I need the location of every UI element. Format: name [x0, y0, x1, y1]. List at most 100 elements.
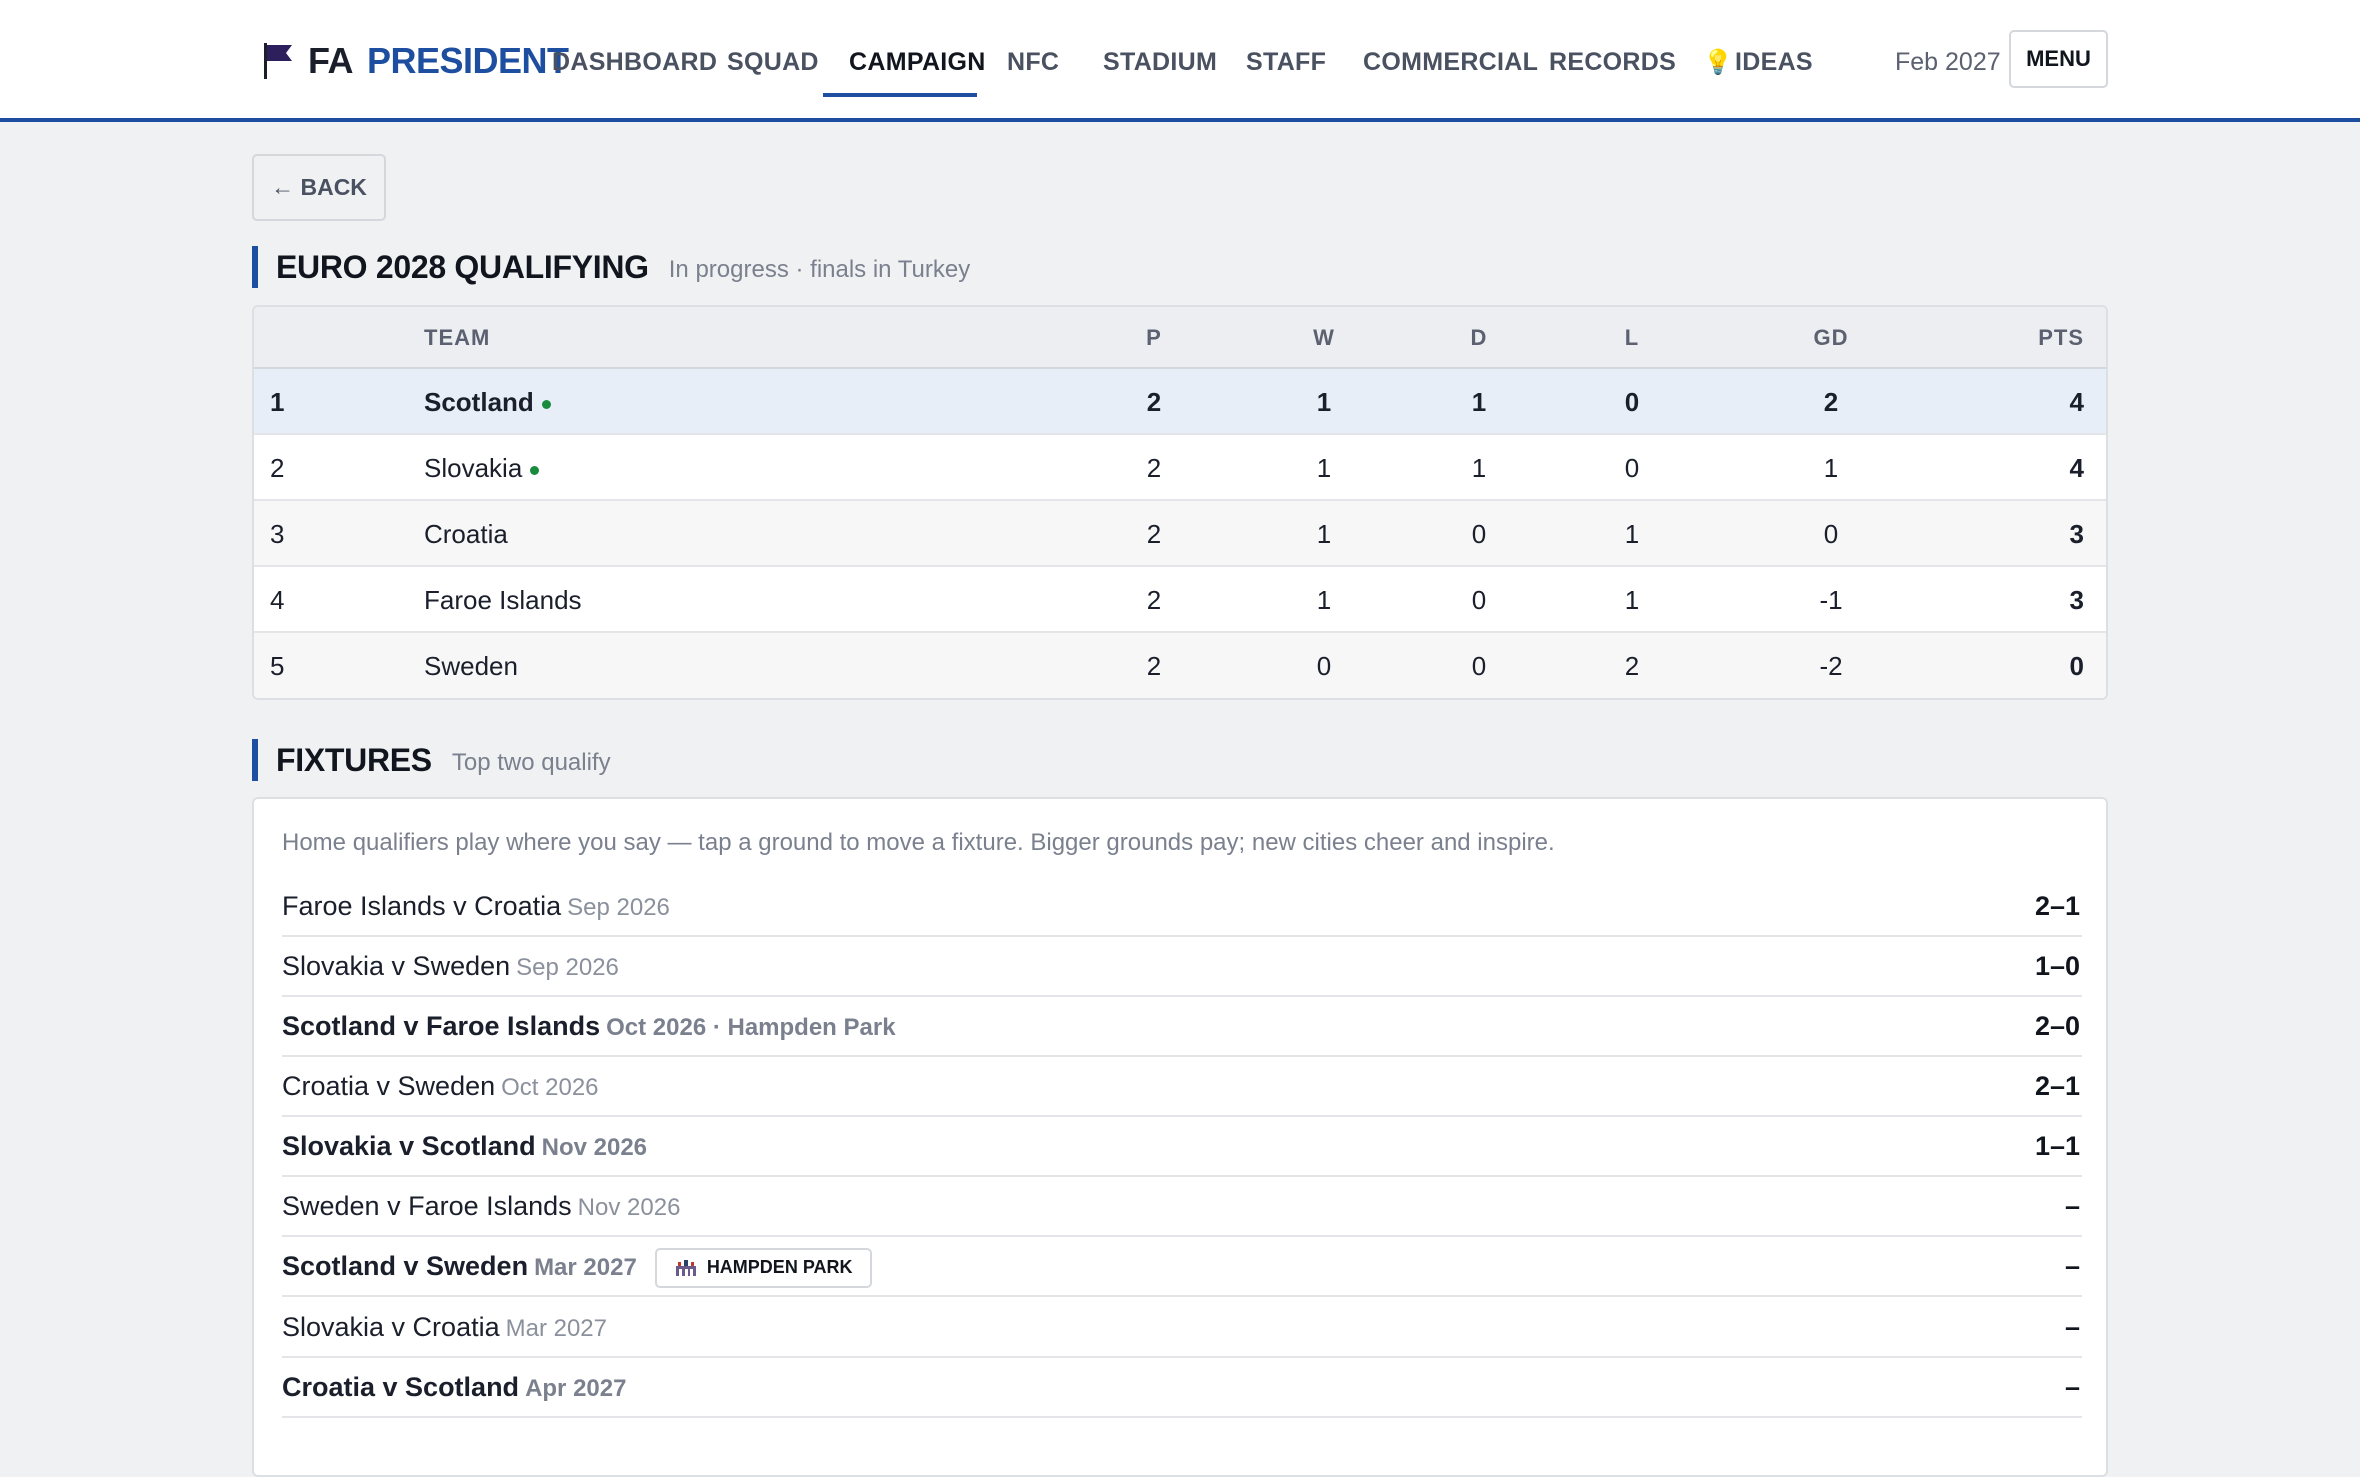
menu-button[interactable]: MENU: [2009, 30, 2108, 88]
fixture-teams: Slovakia v Sweden: [282, 951, 511, 981]
qualifying-heading: EURO 2028 QUALIFYING In progress · final…: [252, 246, 970, 288]
row-played: 2: [1146, 387, 1162, 417]
top-bar: FA PRESIDENT DASHBOARD SQUAD CAMPAIGN NF…: [0, 0, 2360, 122]
fixture-score: 2–1: [2034, 1071, 2080, 1101]
col-lost: L: [1624, 325, 1640, 350]
qualifying-title: EURO 2028 QUALIFYING: [276, 248, 649, 285]
table-row[interactable]: 3 Croatia 2 1 0 1 0 3: [254, 501, 2106, 567]
back-button[interactable]: ← BACK: [252, 154, 386, 221]
fixture-date: Mar 2027: [534, 1254, 637, 1281]
row-won: 0: [1316, 651, 1332, 681]
table-row[interactable]: 5 Sweden 2 0 0 2 -2 0: [254, 633, 2106, 698]
row-lost: 0: [1624, 453, 1640, 483]
fixture-date: Nov 2026: [577, 1194, 681, 1221]
nav-ideas-label: IDEAS: [1735, 48, 1813, 76]
fixture-row[interactable]: Slovakia v Scotland Nov 2026 1–1: [282, 1117, 2082, 1177]
team-name: Scotland: [424, 387, 534, 417]
fixtures-note: Home qualifiers play where you say — tap…: [282, 829, 1555, 856]
choose-ground-button[interactable]: HAMPDEN PARK: [654, 1247, 873, 1288]
lightbulb-icon: 💡: [1703, 49, 1734, 76]
row-position: 2: [270, 453, 285, 483]
col-points: PTS: [2038, 325, 2084, 350]
fixture-teams: Sweden v Faroe Islands: [282, 1191, 572, 1221]
nav-campaign[interactable]: CAMPAIGN: [849, 40, 986, 84]
team-name: Sweden: [424, 651, 518, 681]
fixture-match: Scotland v Sweden Mar 2027 HAMPDEN PARK: [282, 1237, 873, 1295]
table-row[interactable]: 1 Scotland 2 1 1 0 2 4: [254, 369, 2106, 435]
fixture-row[interactable]: Croatia v Scotland Apr 2027 –: [282, 1358, 2082, 1418]
fixtures-panel: Home qualifiers play where you say — tap…: [252, 797, 2108, 1477]
row-lost: 1: [1624, 519, 1640, 549]
row-position: 1: [270, 387, 285, 417]
fixture-score: 1–0: [2034, 951, 2080, 981]
fixture-score: –: [2064, 1191, 2080, 1221]
nav-ideas[interactable]: 💡IDEAS: [1703, 40, 1813, 84]
fixture-row[interactable]: Croatia v Sweden Oct 2026 2–1: [282, 1057, 2082, 1117]
row-goal-diff: 1: [1823, 453, 1839, 483]
fixture-match: Faroe Islands v Croatia Sep 2026: [282, 877, 670, 935]
col-played: P: [1146, 325, 1162, 350]
qualifying-subtitle: In progress · finals in Turkey: [668, 256, 971, 283]
row-drawn: 0: [1471, 585, 1487, 615]
fixture-teams: Scotland v Faroe Islands: [282, 1011, 601, 1041]
row-played: 2: [1146, 453, 1162, 483]
row-lost: 1: [1624, 585, 1640, 615]
brand-logo[interactable]: FA PRESIDENT: [262, 38, 569, 84]
row-played: 2: [1146, 651, 1162, 681]
row-lost: 0: [1624, 387, 1640, 417]
row-won: 1: [1316, 453, 1332, 483]
fixture-match: Slovakia v Croatia Mar 2027: [282, 1298, 607, 1356]
fixture-date: Apr 2027: [525, 1375, 627, 1402]
fixture-date: Nov 2026: [541, 1134, 648, 1161]
nav-squad[interactable]: SQUAD: [727, 40, 819, 84]
fixture-match: Sweden v Faroe Islands Nov 2026: [282, 1177, 680, 1235]
col-drawn: D: [1470, 325, 1488, 350]
fixture-row[interactable]: Sweden v Faroe Islands Nov 2026 –: [282, 1177, 2082, 1237]
row-won: 1: [1316, 519, 1332, 549]
team-name: Faroe Islands: [424, 585, 582, 615]
row-position: 5: [270, 651, 285, 681]
fixture-row[interactable]: Faroe Islands v Croatia Sep 2026 2–1: [282, 877, 2082, 937]
fixture-row[interactable]: Scotland v Faroe Islands Oct 2026 · Hampd…: [282, 997, 2082, 1057]
fixture-date: Sep 2026: [516, 954, 619, 981]
fixtures-title: FIXTURES: [276, 741, 432, 778]
nav-records[interactable]: RECORDS: [1549, 40, 1676, 84]
nav-staff[interactable]: STAFF: [1246, 40, 1326, 84]
row-played: 2: [1146, 585, 1162, 615]
fixture-match: Slovakia v Scotland Nov 2026: [282, 1117, 647, 1175]
fixture-teams: Scotland v Sweden: [282, 1251, 529, 1281]
fixture-row[interactable]: Scotland v Sweden Mar 2027 HAMPDEN PARK –: [282, 1237, 2082, 1297]
fixture-match: Scotland v Faroe Islands Oct 2026 · Hampd…: [282, 997, 896, 1055]
row-won: 1: [1316, 387, 1332, 417]
row-team: Slovakia: [424, 435, 540, 501]
nav-nfc[interactable]: NFC: [1007, 40, 1059, 84]
fixture-score: –: [2064, 1312, 2080, 1342]
fixture-score: –: [2064, 1251, 2080, 1281]
brand-name: PRESIDENT: [367, 40, 569, 81]
row-points: 3: [2069, 519, 2084, 549]
table-row[interactable]: 2 Slovakia 2 1 1 0 1 4: [254, 435, 2106, 501]
fixture-teams: Croatia v Sweden: [282, 1071, 496, 1101]
nav-commercial[interactable]: COMMERCIAL: [1363, 40, 1538, 84]
fixture-teams: Slovakia v Scotland: [282, 1131, 536, 1161]
row-drawn: 1: [1471, 387, 1487, 417]
row-lost: 2: [1624, 651, 1640, 681]
row-points: 4: [2069, 453, 2084, 483]
nav-dashboard[interactable]: DASHBOARD: [552, 40, 717, 84]
nav-stadium[interactable]: STADIUM: [1103, 40, 1217, 84]
row-drawn: 1: [1471, 453, 1487, 483]
col-goal-diff: GD: [1813, 325, 1849, 350]
team-name: Slovakia: [424, 453, 523, 483]
row-drawn: 0: [1471, 519, 1487, 549]
col-team: TEAM: [424, 325, 491, 350]
row-goal-diff: 0: [1823, 519, 1839, 549]
table-row[interactable]: 4 Faroe Islands 2 1 0 1 -1 3: [254, 567, 2106, 633]
row-points: 3: [2069, 585, 2084, 615]
row-points: 4: [2069, 387, 2084, 417]
standings-table: TEAM P W D L GD PTS 1 Scotland 2 1 1 0 2…: [252, 305, 2108, 700]
fixture-row[interactable]: Slovakia v Sweden Sep 2026 1–0: [282, 937, 2082, 997]
fixture-row[interactable]: Slovakia v Croatia Mar 2027 –: [282, 1298, 2082, 1358]
row-points: 0: [2069, 651, 2084, 681]
fixture-teams: Faroe Islands v Croatia: [282, 891, 562, 921]
active-nav-indicator: [823, 93, 977, 97]
